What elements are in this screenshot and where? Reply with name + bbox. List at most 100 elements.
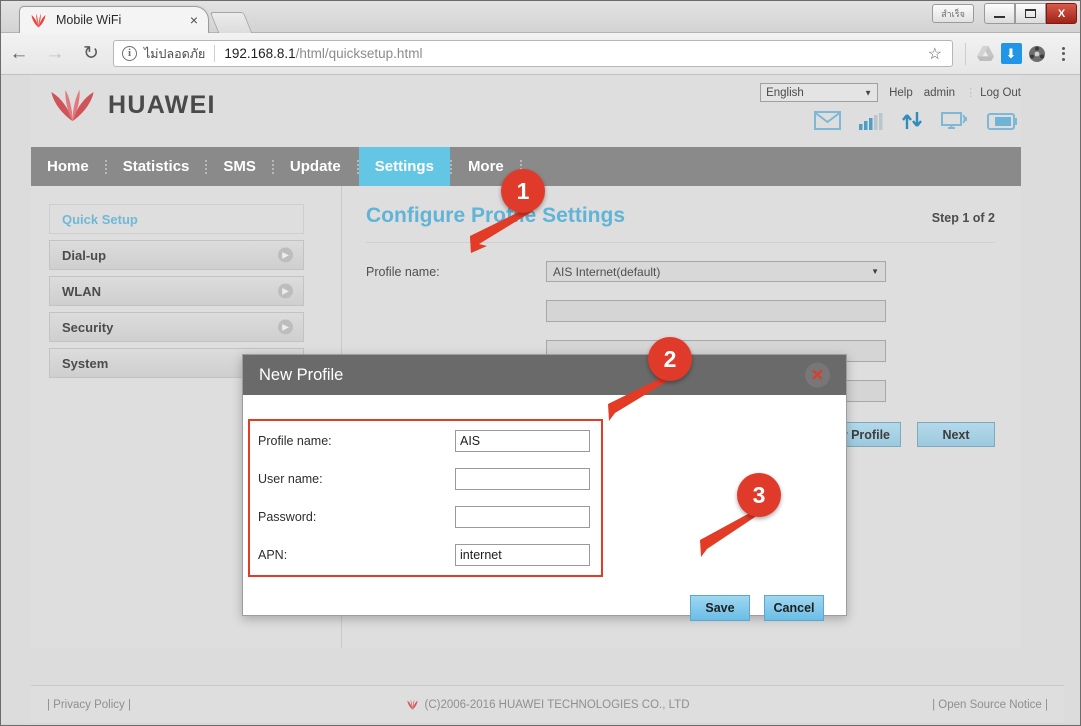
sidebar-item-label: Quick Setup <box>62 211 138 227</box>
device-status-icons <box>814 111 1017 135</box>
browser-window: Mobile WiFi × สำเร็จ X ← → ↻ i ไม่ปลอดภั… <box>0 0 1081 726</box>
footer-copyright: (C)2006-2016 HUAWEI TECHNOLOGIES CO., LT… <box>406 699 690 711</box>
thai-language-button[interactable]: สำเร็จ <box>932 4 974 23</box>
nav-divider <box>104 159 107 174</box>
reload-button[interactable]: ↻ <box>73 33 109 75</box>
dialog-profile-name-label: Profile name: <box>258 434 332 448</box>
url-path: /html/quicksetup.html <box>295 46 423 61</box>
envelope-icon[interactable] <box>814 111 841 135</box>
dialog-password-label: Password: <box>258 510 317 524</box>
site-info-icon[interactable]: i <box>122 46 137 61</box>
sidebar-item-label: WLAN <box>62 283 101 299</box>
profile-name-label: Profile name: <box>366 264 440 279</box>
bg-field-input-2[interactable] <box>546 300 886 322</box>
sidebar-item-security[interactable]: Security ▶ <box>49 312 304 342</box>
security-status-label: ไม่ปลอดภัย <box>144 45 206 61</box>
apn-input[interactable]: internet <box>455 544 590 566</box>
nav-divider <box>205 159 208 174</box>
copyright-text: (C)2006-2016 HUAWEI TECHNOLOGIES CO., LT… <box>424 698 690 711</box>
page-viewport: English ▼ Help admin ⋮ Log Out HUAWEI Ho… <box>1 75 1080 723</box>
sidebar-item-quick-setup[interactable]: Quick Setup <box>49 204 304 234</box>
nav-divider <box>356 159 359 174</box>
browser-tab-mobile-wifi[interactable]: Mobile WiFi × <box>19 6 209 33</box>
chevron-right-icon: ▶ <box>278 283 293 299</box>
profile-name-select[interactable]: AIS Internet(default) ▼ <box>546 261 886 282</box>
dialog-apn-row: APN: internet <box>248 539 603 571</box>
user-name-input[interactable] <box>455 468 590 490</box>
open-source-notice-link[interactable]: | Open Source Notice | <box>932 699 1048 711</box>
nav-item-statistics[interactable]: Statistics <box>107 147 206 186</box>
minimize-button[interactable] <box>984 3 1015 24</box>
nav-item-sms[interactable]: SMS <box>207 147 272 186</box>
privacy-policy-link[interactable]: | Privacy Policy | <box>47 699 131 711</box>
language-value: English <box>766 86 804 99</box>
close-icon[interactable]: ✕ <box>805 362 830 388</box>
nav-divider <box>271 159 274 174</box>
dialog-title-bar: New Profile ✕ <box>243 355 846 395</box>
nav-item-update[interactable]: Update <box>274 147 357 186</box>
battery-icon <box>987 113 1017 135</box>
sidebar-item-wlan[interactable]: WLAN ▶ <box>49 276 304 306</box>
signal-bars-icon <box>859 113 883 135</box>
save-button[interactable]: Save <box>690 595 750 621</box>
header-separator: ⋮ <box>965 87 977 99</box>
logout-link[interactable]: Log Out <box>980 87 1021 99</box>
window-controls: สำเร็จ X <box>932 3 1077 24</box>
nav-item-settings[interactable]: Settings <box>358 147 450 186</box>
hw-header: English ▼ Help admin ⋮ Log Out HUAWEI <box>31 75 1021 147</box>
profile-name-row: Profile name: AIS Internet(default) ▼ <box>366 261 995 282</box>
help-link[interactable]: Help <box>889 87 913 99</box>
film-reel-icon[interactable] <box>1024 45 1050 63</box>
page-left-gutter <box>1 75 9 723</box>
step-indicator: Step 1 of 2 <box>931 211 995 225</box>
toolbar-divider <box>965 42 966 65</box>
footer-inner: | Privacy Policy | (C)2006-2016 HUAWEI T… <box>31 686 1064 723</box>
huawei-petal-icon <box>406 699 418 710</box>
close-button[interactable]: X <box>1046 3 1077 24</box>
huawei-logo: HUAWEI <box>49 89 216 122</box>
sidebar-item-label: Dial-up <box>62 247 107 263</box>
chevron-right-icon: ▶ <box>278 319 293 335</box>
tab-close-icon[interactable]: × <box>186 13 202 27</box>
annotation-arrow-2 <box>608 375 671 421</box>
huawei-petal-icon <box>30 13 47 28</box>
browser-menu-icon[interactable] <box>1050 46 1076 61</box>
language-select[interactable]: English ▼ <box>760 83 879 102</box>
nav-item-home[interactable]: Home <box>31 147 105 186</box>
dialog-user-name-row: User name: <box>248 463 603 495</box>
chevron-down-icon: ▼ <box>871 267 879 276</box>
tab-strip: Mobile WiFi × สำเร็จ X <box>1 1 1080 33</box>
dialog-apn-label: APN: <box>258 548 288 562</box>
url-host: 192.168.8.1 <box>224 46 296 61</box>
huawei-wordmark: HUAWEI <box>108 91 216 119</box>
bg-field-row-2 <box>366 300 995 322</box>
dialog-button-row: Save Cancel <box>690 595 824 621</box>
sidebar-item-label: System <box>62 355 109 371</box>
new-tab-button[interactable] <box>209 12 253 33</box>
maximize-button[interactable] <box>1015 3 1046 24</box>
annotation-badge-2: 2 <box>648 337 692 381</box>
drive-icon[interactable] <box>972 45 998 62</box>
account-link[interactable]: admin <box>924 87 955 99</box>
dialog-title: New Profile <box>259 365 344 384</box>
annotation-badge-3: 3 <box>737 473 781 517</box>
cancel-button[interactable]: Cancel <box>764 595 824 621</box>
next-button[interactable]: Next <box>917 422 995 447</box>
tab-title: Mobile WiFi <box>56 13 122 27</box>
huawei-petal-logo-icon <box>51 89 94 122</box>
password-input[interactable] <box>455 506 590 528</box>
forward-button[interactable]: → <box>37 33 73 75</box>
sidebar-item-dial-up[interactable]: Dial-up ▶ <box>49 240 304 270</box>
omnibox-divider <box>214 45 216 62</box>
back-button[interactable]: ← <box>1 33 37 75</box>
url-text: 192.168.8.1/html/quicksetup.html <box>224 46 422 61</box>
profile-name-value: AIS Internet(default) <box>553 264 661 279</box>
nav-divider <box>449 159 452 174</box>
chevron-right-icon: ▶ <box>278 247 293 263</box>
address-bar[interactable]: i ไม่ปลอดภัย 192.168.8.1/html/quicksetup… <box>113 40 953 67</box>
data-transfer-icon <box>901 111 923 135</box>
bookmark-star-icon[interactable]: ☆ <box>928 44 942 64</box>
profile-name-input[interactable]: AIS <box>455 430 590 452</box>
chevron-down-icon: ▼ <box>864 88 873 97</box>
download-icon[interactable]: ⬇ <box>998 43 1024 64</box>
